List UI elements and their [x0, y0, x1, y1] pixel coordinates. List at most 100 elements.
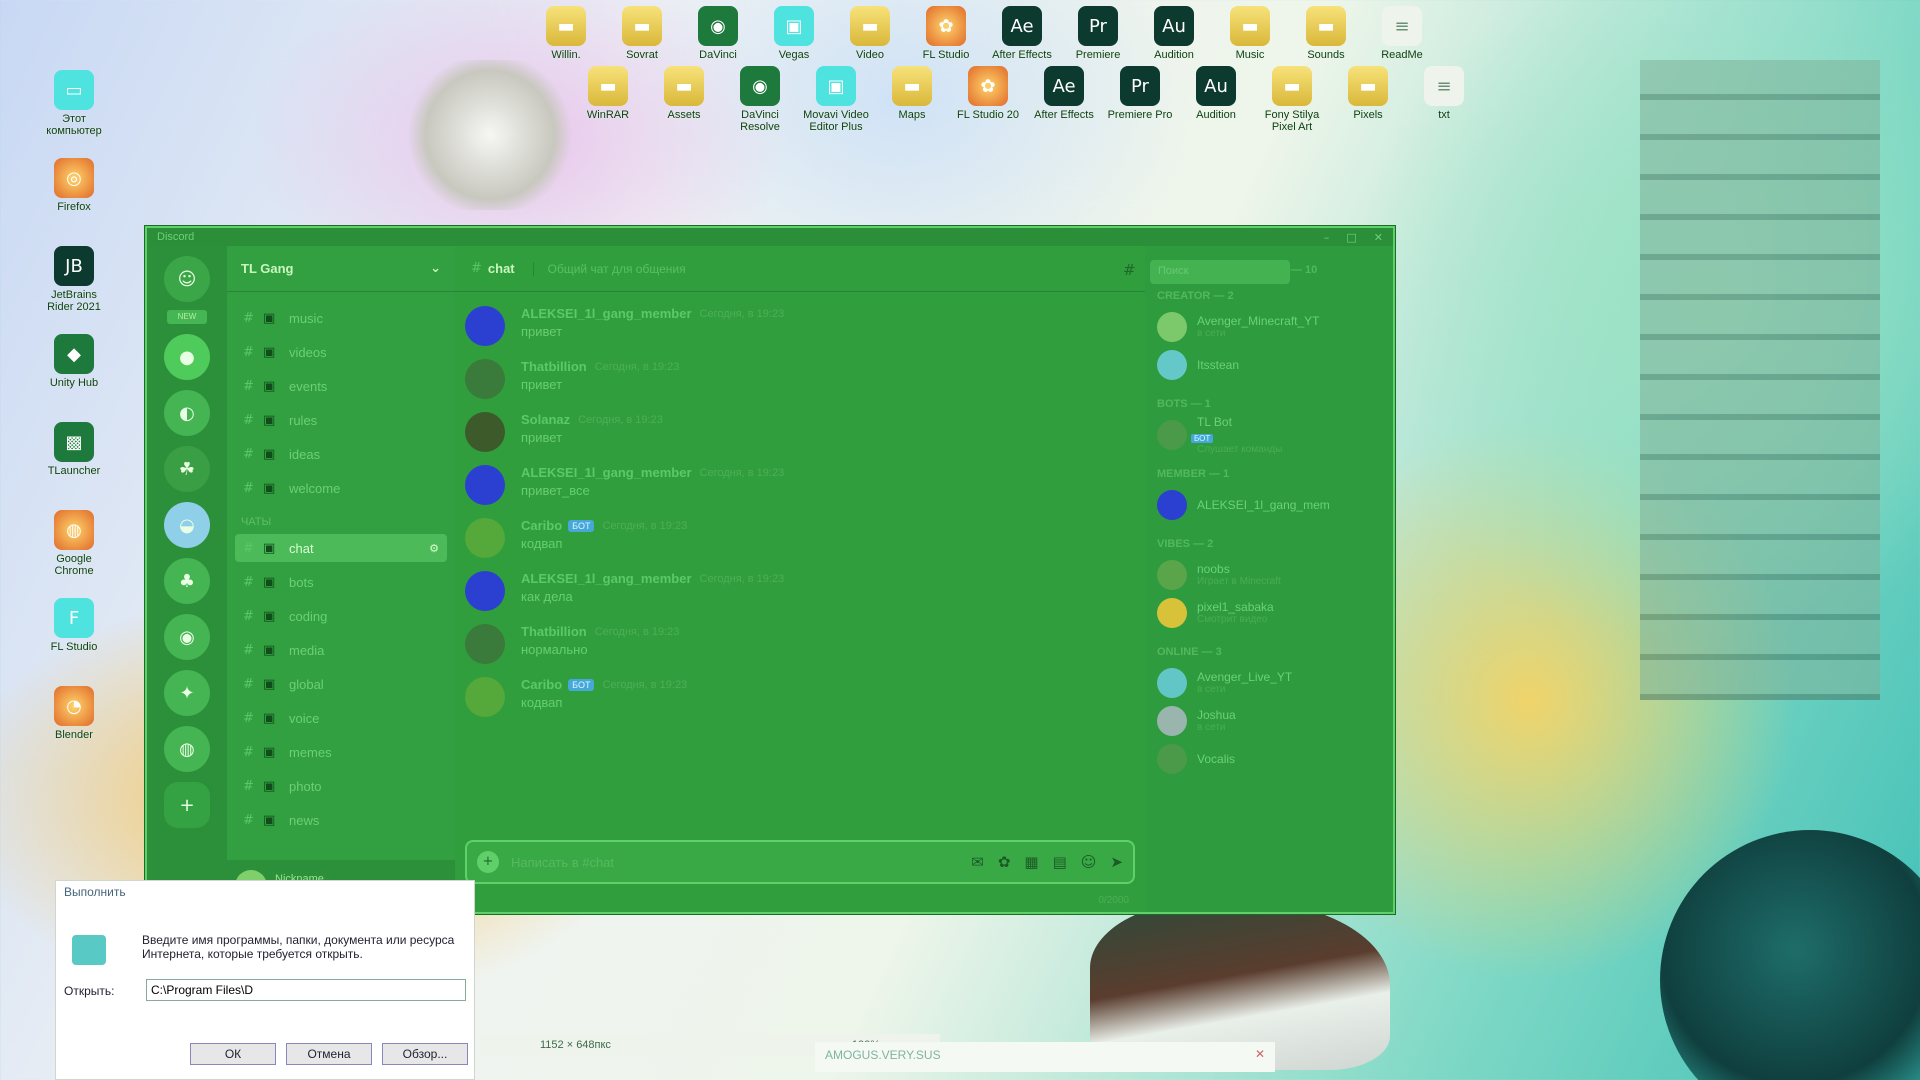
emoji-icon[interactable]: ☺: [1081, 853, 1097, 871]
message-author[interactable]: Caribo: [521, 518, 562, 533]
channel-item-chat[interactable]: # ▣ chat ⚙: [235, 534, 447, 562]
server-icon[interactable]: ◐: [164, 390, 210, 436]
maximize-icon[interactable]: □: [1346, 231, 1356, 244]
channel-item-global[interactable]: # ▣ global: [235, 670, 447, 698]
close-icon[interactable]: ✕: [1374, 231, 1383, 244]
sticker-icon[interactable]: ▤: [1053, 853, 1067, 871]
server-icon[interactable]: ✦: [164, 670, 210, 716]
desktop-icon-fl-studio[interactable]: ✿ FL Studio: [910, 6, 982, 61]
channel-item-media[interactable]: # ▣ media: [235, 636, 447, 664]
server-icon[interactable]: ◒: [164, 502, 210, 548]
member-item[interactable]: Vocalis: [1157, 740, 1381, 778]
desktop-icon-audition[interactable]: Au Audition: [1138, 6, 1210, 61]
avatar[interactable]: [465, 518, 505, 558]
desktop-icon-minecraft[interactable]: ▩ TLauncher: [38, 422, 110, 477]
desktop-icon-folder[interactable]: ▬ Pixels: [1332, 66, 1404, 121]
channel-item-events[interactable]: # ▣ events: [235, 372, 447, 400]
cancel-button[interactable]: Отмена: [286, 1043, 372, 1065]
add-server-icon[interactable]: +: [164, 782, 210, 828]
member-item[interactable]: pixel1_sabaka Смотрит видео: [1157, 594, 1381, 632]
desktop-icon-jetbrains[interactable]: JB JetBrains Rider 2021: [38, 246, 110, 313]
close-icon[interactable]: ✕: [1255, 1047, 1265, 1061]
desktop-icon-folder[interactable]: ▬ Fony Stilya Pixel Art: [1256, 66, 1328, 133]
channel-item-memes[interactable]: # ▣ memes: [235, 738, 447, 766]
desktop-icon-premiere[interactable]: Pr Premiere Pro: [1104, 66, 1176, 121]
channel-item-bots[interactable]: # ▣ bots: [235, 568, 447, 596]
desktop-icon-folder[interactable]: ▬ WinRAR: [572, 66, 644, 121]
minimize-icon[interactable]: –: [1324, 231, 1330, 244]
member-item[interactable]: Joshua в сети: [1157, 702, 1381, 740]
avatar[interactable]: [465, 306, 505, 346]
desktop-icon-firefox[interactable]: ◎ Firefox: [38, 158, 110, 213]
server-icon[interactable]: ●: [164, 334, 210, 380]
threads-icon[interactable]: #: [1123, 261, 1136, 279]
message-author[interactable]: ALEKSEI_1l_gang_member: [521, 306, 692, 321]
server-icon[interactable]: ♣: [164, 558, 210, 604]
desktop-icon-blender[interactable]: ◔ Blender: [38, 686, 110, 741]
gif-icon[interactable]: ▦: [1024, 853, 1038, 871]
channel-item-photo[interactable]: # ▣ photo: [235, 772, 447, 800]
channel-item-videos[interactable]: # ▣ videos: [235, 338, 447, 366]
server-icon[interactable]: ◉: [164, 614, 210, 660]
member-item[interactable]: Itsstean: [1157, 346, 1381, 384]
desktop-icon-folder[interactable]: ▬ Assets: [648, 66, 720, 121]
channel-settings-icon[interactable]: ⚙: [429, 542, 439, 555]
desktop-icon-folder[interactable]: ▬ Sounds: [1290, 6, 1362, 61]
home-button[interactable]: ☺: [164, 256, 210, 302]
app-icon[interactable]: ➤: [1110, 853, 1123, 871]
desktop-icon-chrome[interactable]: ◍ Google Chrome: [38, 510, 110, 577]
message-author[interactable]: Solanaz: [521, 412, 570, 427]
desktop-icon-after-effects[interactable]: Ae After Effects: [1028, 66, 1100, 121]
member-item[interactable]: noobs Играет в Minecraft: [1157, 556, 1381, 594]
ok-button[interactable]: ОК: [190, 1043, 276, 1065]
message-author[interactable]: Caribo: [521, 677, 562, 692]
desktop-icon-fl[interactable]: F FL Studio: [38, 598, 110, 653]
desktop-icon-audition[interactable]: Au Audition: [1180, 66, 1252, 121]
member-item[interactable]: Avenger_Minecraft_YT в сети: [1157, 308, 1381, 346]
member-item[interactable]: ALEKSEI_1l_gang_mem: [1157, 486, 1381, 524]
channel-item-rules[interactable]: # ▣ rules: [235, 406, 447, 434]
channel-item-music[interactable]: # ▣ music: [235, 304, 447, 332]
desktop-icon-computer[interactable]: ▭ Этот компьютер: [38, 70, 110, 137]
message-author[interactable]: Thatbillion: [521, 624, 587, 639]
desktop-icon-davinci[interactable]: ◉ DaVinci Resolve: [724, 66, 796, 133]
message-author[interactable]: ALEKSEI_1l_gang_member: [521, 465, 692, 480]
member-item[interactable]: TL Bot БОТ Слушает команды: [1157, 415, 1381, 455]
avatar[interactable]: [465, 465, 505, 505]
header-search[interactable]: Поиск: [1150, 260, 1290, 284]
desktop-icon-folder[interactable]: ▬ Video: [834, 6, 906, 61]
bottom-window-tab[interactable]: AMOGUS.VERY.SUS ✕: [815, 1042, 1275, 1072]
channel-item-news[interactable]: # ▣ news: [235, 806, 447, 834]
desktop-icon-davinci[interactable]: ◉ DaVinci: [682, 6, 754, 61]
avatar[interactable]: [465, 412, 505, 452]
server-icon[interactable]: ☘: [164, 446, 210, 492]
avatar[interactable]: [465, 359, 505, 399]
desktop-icon-folder[interactable]: ▬ Music: [1214, 6, 1286, 61]
browse-button[interactable]: Обзор...: [382, 1043, 468, 1065]
desktop-icon-document[interactable]: ≡ txt: [1408, 66, 1480, 121]
message-author[interactable]: Thatbillion: [521, 359, 587, 374]
desktop-icon-after-effects[interactable]: Ae After Effects: [986, 6, 1058, 61]
avatar[interactable]: [465, 571, 505, 611]
desktop-icon-unity[interactable]: ◆ Unity Hub: [38, 334, 110, 389]
message-input[interactable]: [511, 854, 958, 870]
channel-category[interactable]: Чаты: [241, 516, 441, 528]
desktop-icon-fl-studio[interactable]: ✿ FL Studio 20: [952, 66, 1024, 121]
desktop-icon-vegas[interactable]: ▣ Vegas: [758, 6, 830, 61]
desktop-icon-vegas[interactable]: ▣ Movavi Video Editor Plus: [800, 66, 872, 133]
gift-icon[interactable]: ✉: [971, 853, 984, 871]
member-item[interactable]: Avenger_Live_YT в сети: [1157, 664, 1381, 702]
desktop-icon-premiere[interactable]: Pr Premiere: [1062, 6, 1134, 61]
upload-icon[interactable]: +: [477, 851, 499, 873]
server-header[interactable]: TL Gang ⌄: [227, 246, 455, 292]
open-field[interactable]: [146, 979, 466, 1001]
desktop-icon-document[interactable]: ≡ ReadMe: [1366, 6, 1438, 61]
avatar[interactable]: [465, 677, 505, 717]
avatar[interactable]: [465, 624, 505, 664]
message-author[interactable]: ALEKSEI_1l_gang_member: [521, 571, 692, 586]
server-icon[interactable]: ◍: [164, 726, 210, 772]
desktop-icon-folder[interactable]: ▬ Willin.: [530, 6, 602, 61]
nitro-icon[interactable]: ✿: [998, 853, 1011, 871]
channel-item-welcome[interactable]: # ▣ welcome: [235, 474, 447, 502]
channel-item-ideas[interactable]: # ▣ ideas: [235, 440, 447, 468]
